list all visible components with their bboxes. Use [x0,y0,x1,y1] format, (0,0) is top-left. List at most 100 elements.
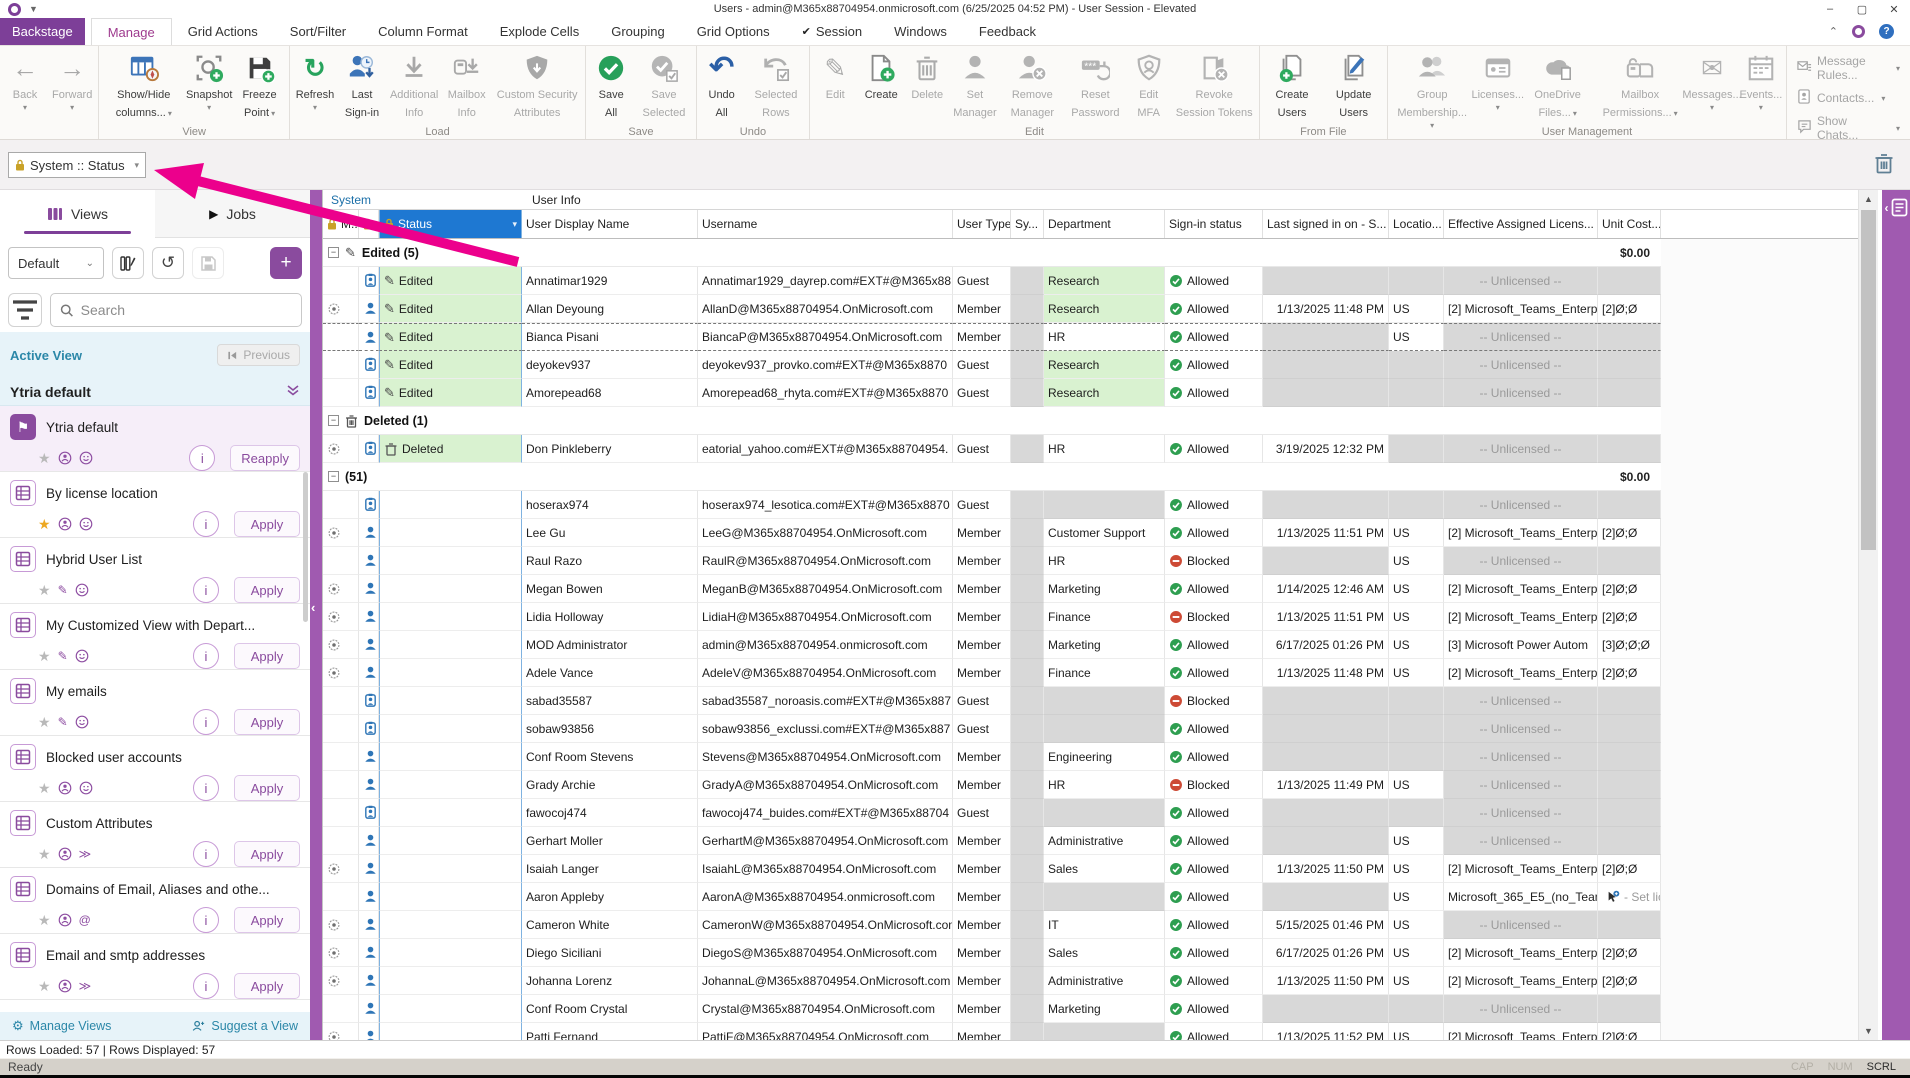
ribbon-button[interactable]: Update Users [1322,49,1385,123]
view-list-item[interactable]: Domains of Email, Aliases and othe... ★ … [0,868,310,934]
view-info-button[interactable]: i [193,973,219,999]
column-header[interactable]: M... [323,210,359,238]
table-row[interactable]: − (51) $0.00 [323,463,1661,491]
table-row[interactable]: Adele Vance AdeleV@M365x88704954.OnMicro… [323,659,1661,687]
collapse-group-icon[interactable]: − [328,247,339,258]
table-row[interactable]: MOD Administrator admin@M365x88704954.on… [323,631,1661,659]
suggest-view-link[interactable]: Suggest a View [191,1019,298,1033]
column-header[interactable]: Department [1044,210,1165,238]
ribbon-button[interactable]: ✎ Edit [812,49,858,105]
apply-view-button[interactable]: Apply [234,907,300,933]
manage-views-link[interactable]: ⚙ Manage Views [12,1018,111,1034]
ribbon-button[interactable]: Set Manager [950,49,999,123]
minimize-button[interactable]: – [1814,0,1846,18]
table-row[interactable]: ✎ Edited Annatimar1929 Annatimar1929_day… [323,267,1661,295]
scrollbar-thumb[interactable] [1861,210,1876,550]
favorite-star-icon[interactable]: ★ [38,649,51,663]
view-info-button[interactable]: i [193,709,219,735]
table-row[interactable]: − ✎ Edited (5) $0.00 [323,239,1661,267]
favorite-star-icon[interactable]: ★ [38,781,51,795]
column-header[interactable]: Sy... [1011,210,1044,238]
filter-button[interactable] [8,293,42,327]
table-row[interactable]: ✎ Edited deyokev937 deyokev937_provko.co… [323,351,1661,379]
ribbon-button[interactable]: Events... ▾ [1738,49,1784,114]
view-list-item[interactable]: My emails ★ ✎ i Apply [0,670,310,736]
tab-views[interactable]: Views [0,190,155,238]
ribbon-button[interactable]: Last Sign-in [338,49,386,123]
apply-view-button[interactable]: Apply [234,643,300,669]
view-list-item[interactable]: My Customized View with Depart... ★ ✎ i … [0,604,310,670]
ribbon-button[interactable]: Group Membership... ▾ [1390,49,1474,132]
ribbon-button[interactable]: Edit MFA [1126,49,1172,123]
help-icon[interactable]: ? [1879,24,1894,39]
panel-collapse-strip[interactable]: ‹ [310,190,322,1040]
table-row[interactable]: Gerhart Moller GerhartM@M365x88704954.On… [323,827,1661,855]
table-row[interactable]: Diego Siciliani DiegoS@M365x88704954.OnM… [323,939,1661,967]
view-list-item[interactable]: Hybrid User List ★ ✎ i Apply [0,538,310,604]
preset-select[interactable]: Default ⌄ [8,247,104,279]
apply-view-button[interactable]: Apply [234,511,300,537]
column-header[interactable]: Effective Assigned Licens... [1444,210,1598,238]
apply-view-button[interactable]: Apply [234,577,300,603]
add-view-button[interactable]: + [270,247,302,279]
tab-jobs[interactable]: ▶ Jobs [155,190,310,238]
view-info-button[interactable]: i [193,643,219,669]
view-info-button[interactable]: i [193,511,219,537]
ribbon-small-button[interactable]: Show Chats... ▾ [1797,114,1900,140]
ribbon-button[interactable]: Save All [588,49,634,123]
ribbon-tab[interactable]: Grid Options [681,18,786,45]
ribbon-button[interactable]: Mailbox Permissions...▾ [1594,49,1686,123]
search-input[interactable] [81,302,292,318]
table-row[interactable]: Patti Fernand PattiF@M365x88704954.OnMic… [323,1023,1661,1040]
ribbon-button[interactable]: Selected Rows [745,49,808,123]
tab-backstage[interactable]: Backstage [0,18,85,45]
apply-view-button[interactable]: Apply [234,709,300,735]
ribbon-button[interactable]: Custom Security Attributes [491,49,583,123]
ribbon-button[interactable]: ↻ Refresh ▾ [292,49,338,114]
ribbon-button[interactable]: → Forward ▾ [48,49,96,114]
column-header[interactable]: User Type [953,210,1011,238]
ribbon-button[interactable]: OneDrive Files...▾ [1521,49,1594,123]
ytria-accent-icon[interactable] [1852,25,1865,38]
ribbon-button[interactable]: ↶ Undo All [699,49,745,123]
favorite-star-icon[interactable]: ★ [38,583,51,597]
table-row[interactable]: sobaw93856 sobaw93856_exclussi.com#EXT#@… [323,715,1661,743]
table-row[interactable]: Isaiah Langer IsaiahL@M365x88704954.OnMi… [323,855,1661,883]
view-list-item[interactable]: Email and smtp addresses ★ ≫ i Apply [0,934,310,1000]
view-list-item[interactable]: By license location ★ i [0,472,310,538]
column-header[interactable]: Sign-in status [1165,210,1263,238]
clear-grid-button[interactable] [1874,152,1894,179]
view-list-scrollbar[interactable] [303,472,308,622]
column-header[interactable] [359,210,379,238]
ribbon-tab[interactable]: Manage [91,18,172,45]
table-row[interactable]: hoserax974 hoserax974_lesotica.com#EXT#@… [323,491,1661,519]
ribbon-button[interactable]: Freeze Point▾ [232,49,287,123]
scroll-down-icon[interactable]: ▼ [1859,1022,1878,1040]
grid-vertical-scrollbar[interactable]: ▲ ▼ [1858,190,1878,1040]
collapse-group-icon[interactable]: − [328,415,339,426]
table-row[interactable]: Lee Gu LeeG@M365x88704954.OnMicrosoft.co… [323,519,1661,547]
close-button[interactable]: ✕ [1878,0,1910,18]
ribbon-button[interactable]: Create Users [1262,49,1323,123]
table-row[interactable]: Aaron Appleby AaronA@M365x88704954.onmic… [323,883,1661,911]
table-row[interactable]: Lidia Holloway LidiaH@M365x88704954.OnMi… [323,603,1661,631]
table-row[interactable]: Conf Room Crystal Crystal@M365x88704954.… [323,995,1661,1023]
table-row[interactable]: Megan Bowen MeganB@M365x88704954.OnMicro… [323,575,1661,603]
ribbon-button[interactable]: Show/Hide columns...▾ [101,49,186,123]
table-row[interactable]: ✎ Edited Amorepead68 Amorepead68_rhyta.c… [323,379,1661,407]
table-row[interactable]: Conf Room Stevens Stevens@M365x88704954.… [323,743,1661,771]
ribbon-button[interactable]: ← Back ▾ [2,49,48,114]
view-info-button[interactable]: i [193,775,219,801]
ribbon-button[interactable]: Remove Manager [1000,49,1065,123]
view-info-button[interactable]: i [193,577,219,603]
table-row[interactable]: ✎ Edited Allan Deyoung AllanD@M365x88704… [323,295,1661,323]
view-list-item[interactable]: Custom Attributes ★ ≫ i Apply [0,802,310,868]
table-row[interactable]: − Deleted (1) [323,407,1661,435]
right-side-panel[interactable]: ‹ [1882,190,1910,1040]
ribbon-tab[interactable]: Grid Actions [172,18,274,45]
table-row[interactable]: sabad35587 sabad35587_noroasis.com#EXT#@… [323,687,1661,715]
ribbon-tab[interactable]: Explode Cells [484,18,596,45]
ribbon-button[interactable]: Licenses... ▾ [1474,49,1521,114]
double-chevron-icon[interactable] [286,383,300,401]
ribbon-button[interactable]: Additional Info [386,49,442,123]
